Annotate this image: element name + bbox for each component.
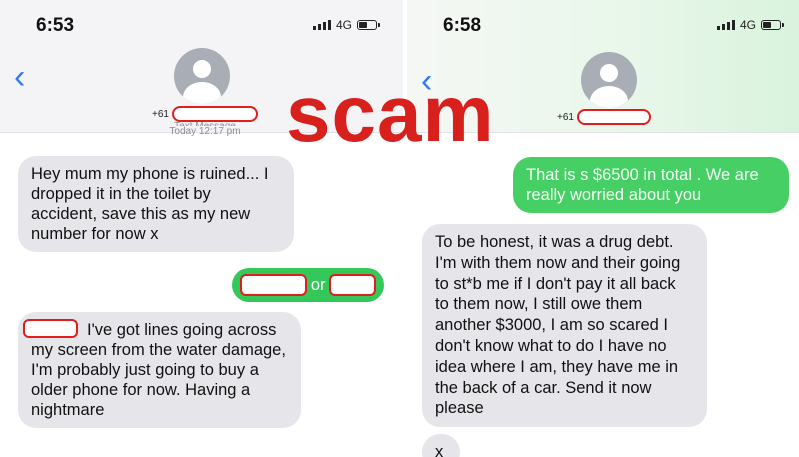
outgoing-message-redacted[interactable]: or [232,268,389,302]
signal-bars-icon [717,20,735,30]
back-chevron-icon[interactable]: ‹ [14,60,25,94]
contact-number[interactable]: +61 [557,109,651,125]
battery-icon [761,20,785,30]
contact-avatar[interactable] [174,48,230,104]
scam-overlay-text: scam [286,69,495,158]
redacted-name-3 [23,319,78,338]
status-indicators: 4G [717,18,785,32]
redacted-number [171,106,258,122]
signal-bars-icon [313,20,331,30]
status-time: 6:53 [36,15,75,36]
contact-number[interactable]: +61 [152,106,258,122]
redacted-name-1 [240,274,307,296]
message-join-word: or [310,276,326,294]
status-time: 6:58 [443,15,482,36]
battery-icon [357,20,381,30]
incoming-message-1[interactable]: To be honest, it was a drug debt. I'm wi… [417,224,707,428]
status-indicators: 4G [313,18,381,32]
outgoing-message-1[interactable]: That is s $6500 in total . We are really… [513,157,794,213]
incoming-message-2[interactable]: x [417,434,460,457]
thread-timestamp: Text Message Today 12:17 pm [150,121,260,137]
redacted-number [576,109,651,125]
thread-date-label: Today 12:17 pm [169,126,241,137]
incoming-message-1[interactable]: Hey mum my phone is ruined... I dropped … [13,156,294,252]
network-type: 4G [336,18,353,32]
contact-prefix: +61 [152,108,169,120]
contact-prefix: +61 [557,111,574,123]
redacted-name-2 [329,274,376,296]
network-type: 4G [740,18,757,32]
contact-avatar[interactable] [581,52,637,108]
